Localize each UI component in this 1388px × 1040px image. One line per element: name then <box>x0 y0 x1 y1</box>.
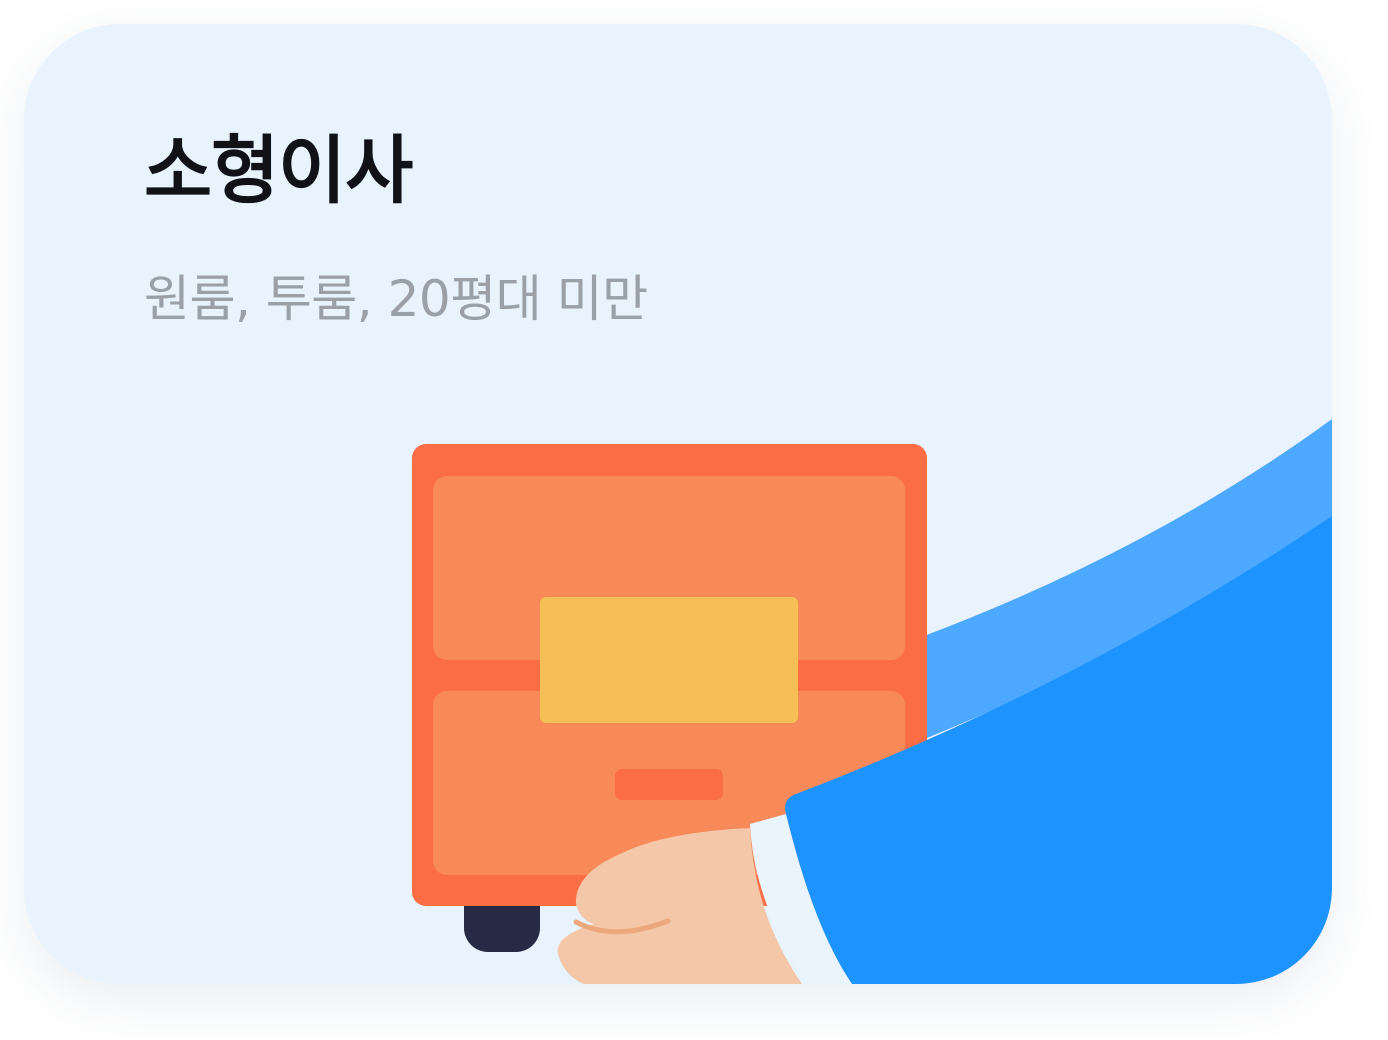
moving-drawer-illustration <box>412 419 1332 984</box>
small-move-card[interactable]: 소형이사 원룸, 투룸, 20평대 미만 <box>24 24 1332 984</box>
drawer-handle <box>615 769 723 800</box>
drawer-label <box>540 597 798 723</box>
